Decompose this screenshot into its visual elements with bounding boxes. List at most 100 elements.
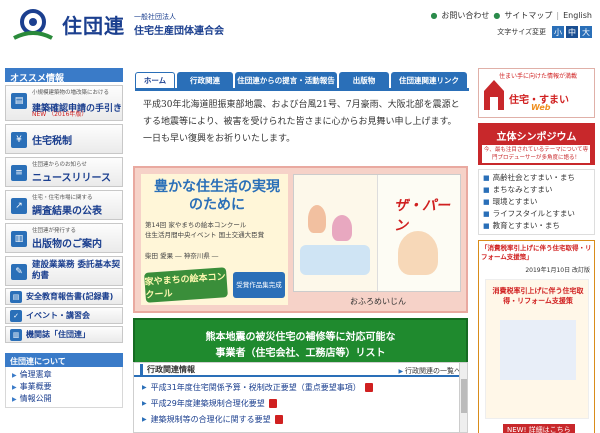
- sidebar-item-label: 出版物のご案内: [32, 238, 102, 250]
- green-box-line2: 事業者（住宅会社、工務店等）リスト: [215, 348, 386, 359]
- logo-text[interactable]: 住団連: [62, 10, 125, 39]
- sumai-web-banner[interactable]: 住まい手に向けた情報が満載 住宅・すまい Web: [478, 68, 595, 118]
- right-column: 住まい手に向けた情報が満載 住宅・すまい Web 立体シンポジウム 今、最も注目…: [478, 68, 595, 433]
- book-caption: おふろめいじん: [350, 297, 406, 306]
- tab-home[interactable]: ホーム: [135, 72, 175, 88]
- document-icon: ▤: [11, 93, 27, 109]
- symposium-link[interactable]: 教育とすまい・まち: [483, 220, 590, 232]
- booklet-date: 2019年1月10日 改訂版: [525, 267, 590, 274]
- header: 住団連 一般社団法人 住宅生産団体連合会 ● お問い合わせ ● サイトマップ |…: [0, 0, 600, 68]
- book-left-page: [294, 175, 378, 291]
- sidebar-item-label: 安全教育報告書(記録書): [26, 292, 114, 301]
- picture-book-image: ザ・パーン: [293, 174, 461, 292]
- news-scrollbar[interactable]: [459, 363, 467, 432]
- sitemap-link[interactable]: サイトマップ: [504, 10, 552, 21]
- banner-contest: 第14回 家やまちの絵本コンクール: [145, 221, 247, 229]
- sidebar-item-journal[interactable]: ▥ 機関誌「住団連」: [5, 326, 123, 343]
- sidebar-item-small: 小規模建築物の増改築における: [32, 90, 110, 96]
- sidebar-item-publications[interactable]: ▥ 住団連が発行する 出版物のご案内: [5, 223, 123, 253]
- logo-icon[interactable]: [10, 8, 56, 44]
- tab-proposals[interactable]: 住団連からの提言・活動報告: [235, 72, 337, 88]
- news-item[interactable]: 平成29年度建築規制合理化要望: [134, 393, 467, 409]
- banner-heading: 豊かな住生活の実現のために: [154, 179, 280, 213]
- sidebar-item-small: 住宅・住宅市場に関する: [32, 195, 93, 201]
- sidebar-item-label: 調査結果の公表: [32, 205, 102, 217]
- arrow-icon: ●: [493, 11, 501, 20]
- sidebar-item-tax[interactable]: ¥ 住宅税制: [5, 124, 123, 154]
- sumai-web-head: 住まい手に向けた情報が満載: [499, 73, 578, 80]
- about-item-disclosure[interactable]: 情報公開: [12, 393, 116, 405]
- journal-icon: ▥: [10, 329, 22, 341]
- symposium-link[interactable]: ライフスタイルとすまい: [483, 208, 590, 220]
- tab-publications[interactable]: 出版物: [339, 72, 389, 88]
- font-size-label: 文字サイズ変更: [497, 28, 546, 36]
- symposium-link[interactable]: 環境とすまい: [483, 196, 590, 208]
- symposium-link[interactable]: まちなみとすまい: [483, 184, 590, 196]
- booklet-detail-button[interactable]: NEW! 詳細はこちら: [503, 424, 575, 433]
- divider: |: [556, 11, 560, 20]
- book-title: ザ・パーン: [394, 198, 450, 234]
- symposium-link[interactable]: 高齢社会とすまい・まち: [483, 172, 590, 184]
- contest-badge: 家やまちの絵本コンクール: [144, 267, 228, 303]
- tab-administration[interactable]: 行政関連: [177, 72, 233, 88]
- symposium-banner[interactable]: 立体シンポジウム 今、最も注目されているテーマについて専門プロデューサーが多角度…: [478, 123, 595, 165]
- prize-book-button[interactable]: 受賞作品集完成: [233, 272, 285, 298]
- sidebar-item-small: 住団連からのお知らせ: [32, 162, 87, 168]
- news-item[interactable]: 建築規制等の合理化に関する要望: [134, 409, 467, 425]
- org-name: 住宅生産団体連合会: [134, 26, 224, 37]
- about-item-ethics[interactable]: 倫理憲章: [12, 369, 116, 381]
- font-size-large-button[interactable]: 大: [580, 26, 592, 38]
- font-size-small-button[interactable]: 小: [552, 26, 564, 38]
- book-right-page: ザ・パーン: [378, 175, 460, 291]
- font-size-medium-button[interactable]: 中: [566, 26, 578, 38]
- booklet-cover-graphic: [500, 320, 576, 380]
- booklet-cover: 消費税率引上げに伴う住宅取得・リフォーム支援策: [485, 279, 589, 419]
- picture-book-banner[interactable]: 豊かな住生活の実現のために 第14回 家やまちの絵本コンクール 住生活月間中央イ…: [133, 166, 468, 313]
- condolence-message: 平成30年北海道胆振東部地震、および台風21号、7月豪雨、大阪北部を震源とする地…: [143, 100, 460, 144]
- font-size-switcher: 文字サイズ変更 小 中 大: [497, 26, 592, 38]
- sidebar-item-small: 住団連が発行する: [32, 228, 77, 234]
- sidebar-item-survey[interactable]: ↗ 住宅・住宅市場に関する 調査結果の公表: [5, 190, 123, 220]
- booklet-cover-title: 消費税率引上げに伴う住宅取得・リフォーム支援策: [492, 287, 584, 305]
- about-title: 住団連について: [5, 353, 123, 367]
- news-more-link[interactable]: 行政関連の一覧へ: [398, 366, 461, 376]
- scrollbar-thumb[interactable]: [461, 379, 467, 413]
- chart-icon: ↗: [11, 198, 27, 214]
- news-header: 行政関連情報 行政関連の一覧へ: [134, 363, 467, 377]
- main-nav: ホーム 行政関連 住団連からの提言・活動報告 出版物 住団連関連リンク: [135, 72, 469, 88]
- new-badge: NEW （2016年版）: [32, 111, 88, 118]
- sidebar-item-building-guide[interactable]: ▤ 小規模建築物の増改築における 建築確認申請の手引き NEW （2016年版）: [5, 85, 123, 121]
- news-panel: 行政関連情報 行政関連の一覧へ 平成31年度住宅関係予算・税制改正要望（重点要望…: [133, 362, 468, 433]
- sidebar-title: オススメ情報: [5, 68, 123, 84]
- sidebar: オススメ情報 ▤ 小規模建築物の増改築における 建築確認申請の手引き NEW （…: [5, 68, 123, 408]
- about-item-overview[interactable]: 事業概要: [12, 381, 116, 393]
- news-item[interactable]: 平成31年度住宅関係予算・税制改正要望（重点要望事項）: [134, 377, 467, 393]
- tab-links[interactable]: 住団連関連リンク: [391, 72, 467, 88]
- symposium-links: 高齢社会とすまい・まち まちなみとすまい 環境とすまい ライフスタイルとすまい …: [478, 169, 595, 235]
- symposium-title: 立体シンポジウム: [496, 132, 577, 143]
- contact-link[interactable]: お問い合わせ: [441, 10, 489, 21]
- top-links: ● お問い合わせ ● サイトマップ | English: [430, 10, 592, 21]
- symposium-sub: 今、最も注目されているテーマについて専門プロデューサーが多角度に語る！: [482, 145, 590, 163]
- org-type: 一般社団法人: [134, 13, 176, 21]
- book-icon: ▥: [11, 231, 27, 247]
- banner-award: 住生活月間中央イベント 国土交通大臣賞: [145, 231, 265, 239]
- newspaper-icon: ≡: [11, 165, 27, 181]
- sidebar-item-contract[interactable]: ✎ 建設業業務 委託基本契約書: [5, 256, 123, 286]
- tax-support-booklet[interactable]: 「消費税率引上げに伴う住宅取得・リフォーム支援策」 2019年1月10日 改訂版…: [478, 240, 595, 433]
- yen-icon: ¥: [11, 132, 27, 148]
- banner-line1: 第14回 家やまちの絵本コンクール 住生活月間中央イベント 国土交通大臣賞: [145, 220, 264, 240]
- sidebar-item-safety-report[interactable]: ▤ 安全教育報告書(記録書): [5, 288, 123, 305]
- sidebar-item-label: ニュースリリース: [32, 172, 111, 184]
- banner-author: 柴田 愛果 ― 神奈川県 ―: [145, 252, 219, 260]
- pdf-icon: [274, 414, 283, 424]
- sidebar-item-label: 機関誌「住団連」: [26, 330, 90, 339]
- sidebar-item-label: 住宅税制: [32, 135, 72, 147]
- english-link[interactable]: English: [563, 11, 592, 20]
- news-item-label: 建築規制等の合理化に関する要望: [150, 414, 271, 424]
- green-box-line1: 熊本地震の被災住宅の補修等に対応可能な: [205, 332, 396, 343]
- sidebar-item-label: 建設業業務 委託基本契約書: [32, 260, 120, 281]
- arrow-icon: ●: [430, 11, 438, 20]
- sidebar-item-news-release[interactable]: ≡ 住団連からのお知らせ ニュースリリース: [5, 157, 123, 187]
- sidebar-item-events[interactable]: ✓ イベント・講習会: [5, 307, 123, 324]
